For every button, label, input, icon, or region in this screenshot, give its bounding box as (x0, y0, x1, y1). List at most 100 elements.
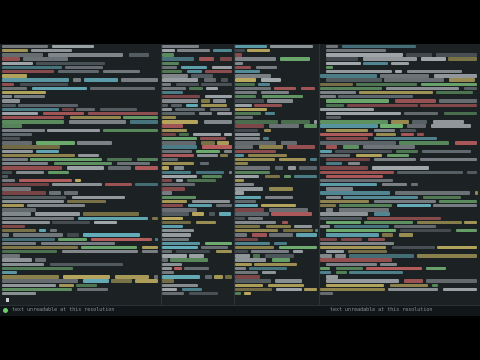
text-run (67, 166, 105, 170)
text-run (389, 283, 428, 287)
terminal-line (320, 224, 479, 229)
text-run (394, 70, 403, 74)
terminal-line (2, 195, 160, 199)
text-run (235, 166, 271, 170)
text-run (83, 78, 118, 82)
text-run (363, 61, 388, 65)
text-run (162, 178, 173, 183)
text-run (326, 44, 339, 49)
text-run (235, 95, 256, 99)
text-run (326, 111, 401, 116)
terminal-line (2, 137, 160, 141)
terminal-line (235, 195, 319, 199)
text-run (235, 70, 260, 74)
text-run (77, 216, 149, 220)
text-run (201, 245, 229, 250)
terminal-line (162, 204, 234, 208)
text-run (337, 95, 414, 99)
text-run (75, 178, 82, 183)
terminal-line (162, 237, 234, 241)
text-run (174, 107, 205, 111)
text-run (326, 103, 345, 107)
text-run (255, 65, 278, 70)
text-run (2, 90, 47, 95)
text-run (279, 245, 317, 250)
terminal-line (320, 241, 479, 245)
text-run (349, 254, 415, 258)
terminal-line (2, 107, 160, 111)
pane-compile-output[interactable] (234, 44, 319, 306)
text-run (162, 291, 184, 296)
terminal-line (162, 187, 234, 191)
text-run (283, 229, 313, 233)
text-run (30, 49, 72, 53)
text-run (417, 132, 425, 137)
text-run (422, 149, 472, 153)
text-run (439, 199, 477, 204)
text-run (313, 120, 317, 124)
pane-build-log[interactable] (2, 44, 160, 306)
text-run (162, 275, 200, 279)
terminal-line (162, 250, 234, 254)
text-run (270, 44, 313, 49)
text-run (235, 220, 277, 225)
text-run (400, 132, 415, 137)
text-run (248, 153, 287, 158)
text-run (341, 237, 363, 241)
text-run (371, 166, 430, 170)
terminal-line (162, 149, 234, 153)
pane-source-editor[interactable] (319, 44, 479, 306)
terminal-line (320, 44, 479, 49)
text-run (426, 279, 477, 283)
text-run (200, 137, 226, 141)
text-run (171, 103, 183, 107)
text-run (326, 157, 371, 162)
text-run (162, 95, 200, 99)
terminal-line (320, 262, 479, 266)
terminal-line (2, 271, 160, 275)
text-run (201, 145, 232, 149)
text-run (464, 220, 477, 225)
text-run (187, 204, 213, 208)
text-run (162, 266, 172, 271)
text-run (320, 95, 336, 99)
terminal-line (162, 116, 234, 120)
text-run (2, 103, 16, 107)
terminal-line (162, 291, 234, 296)
terminal-line (162, 157, 234, 162)
terminal-line (2, 99, 160, 103)
text-run (320, 266, 331, 271)
text-run (188, 291, 218, 296)
text-run (2, 183, 49, 187)
terminal-line (320, 183, 479, 187)
terminal-line (2, 266, 160, 271)
pane-file-list[interactable] (161, 44, 234, 306)
text-run (379, 262, 397, 266)
terminal-line (2, 174, 160, 178)
text-run (162, 128, 187, 132)
text-run (269, 233, 293, 237)
text-run (2, 266, 73, 271)
text-run (200, 103, 227, 107)
text-run (260, 90, 289, 95)
text-run (162, 111, 195, 116)
text-run (204, 275, 212, 279)
terminal-line (235, 208, 319, 212)
text-run (2, 132, 33, 137)
text-run (204, 241, 232, 245)
text-run (83, 212, 140, 216)
text-run (23, 57, 68, 61)
terminal-line (2, 53, 160, 57)
terminal-line (2, 178, 160, 183)
text-run (275, 166, 284, 170)
text-run (320, 237, 337, 241)
terminal-line (2, 237, 160, 241)
text-run (48, 53, 124, 57)
text-run (2, 220, 50, 225)
terminal-line (162, 183, 234, 187)
text-run (235, 254, 251, 258)
text-run (235, 208, 264, 212)
text-run (192, 212, 204, 216)
text-run (295, 233, 317, 237)
text-run (320, 245, 387, 250)
